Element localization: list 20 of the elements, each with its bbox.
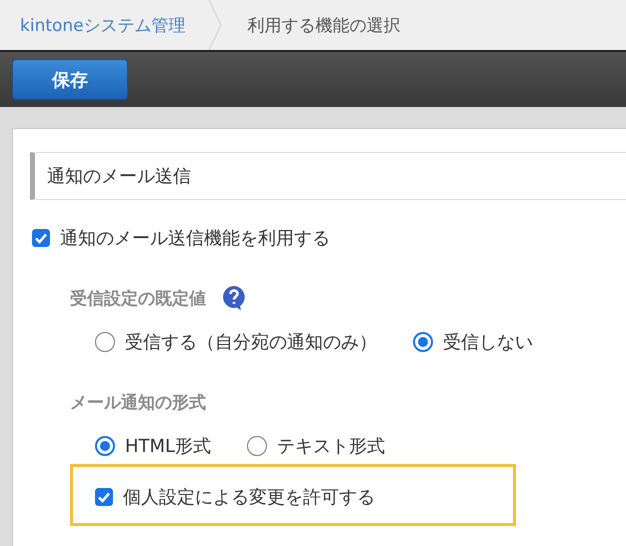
checkbox-label[interactable]: 個人設定による変更を許可する	[123, 485, 375, 509]
radio-button[interactable]	[95, 332, 115, 352]
save-button[interactable]: 保存	[12, 59, 128, 100]
radio-button[interactable]	[413, 332, 433, 352]
breadcrumb-current: 利用する機能の選択	[248, 14, 401, 36]
radio-button[interactable]	[95, 436, 115, 456]
radio-label[interactable]: HTML形式	[125, 434, 212, 458]
checkbox-label[interactable]: 通知のメール送信機能を利用する	[60, 226, 330, 250]
group-label: 受信設定の既定値	[70, 288, 206, 310]
checkbox[interactable]	[95, 488, 113, 506]
chevron-separator-icon	[208, 0, 222, 50]
radio-button[interactable]	[247, 436, 268, 456]
section-heading: 通知のメール送信	[30, 152, 626, 200]
checkbox[interactable]	[32, 229, 50, 247]
group-label: メール通知の形式	[70, 392, 206, 414]
radio-label[interactable]: 受信する（自分宛の通知のみ）	[125, 330, 377, 354]
radio-label[interactable]: 受信しない	[443, 330, 533, 354]
breadcrumb-link[interactable]: kintoneシステム管理	[20, 14, 186, 36]
radio-label[interactable]: テキスト形式	[277, 434, 386, 458]
help-icon[interactable]	[222, 285, 246, 311]
